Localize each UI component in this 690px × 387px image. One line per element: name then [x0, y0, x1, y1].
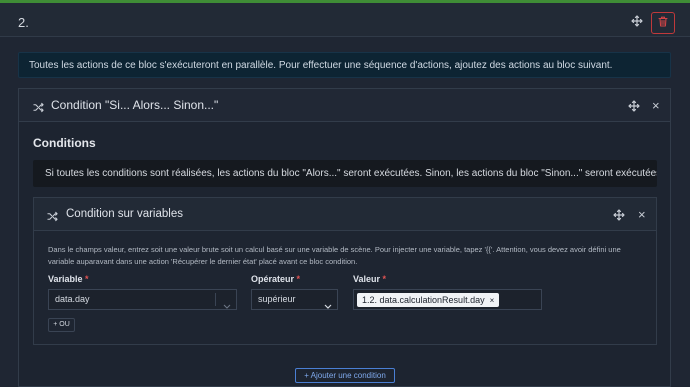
condition-panel-title: Condition "Si... Alors... Sinon..." — [51, 98, 219, 112]
trash-icon — [658, 14, 668, 32]
close-icon[interactable]: × — [638, 208, 646, 221]
add-condition-button[interactable]: + Ajouter une condition — [295, 368, 395, 383]
variable-condition-header: Condition sur variables × — [34, 198, 656, 231]
condition-panel: Condition "Si... Alors... Sinon..." × Co… — [18, 88, 671, 387]
operator-label: Opérateur * — [251, 274, 301, 284]
variable-condition-title: Condition sur variables — [66, 208, 183, 220]
tag-remove-icon[interactable]: × — [490, 296, 495, 305]
close-icon[interactable]: × — [652, 99, 660, 112]
operator-select[interactable]: supérieur — [251, 289, 338, 310]
conditions-note: Si toutes les conditions sont réalisées,… — [33, 160, 657, 187]
variable-select-value: data.day — [55, 294, 90, 304]
move-icon[interactable] — [631, 15, 643, 27]
move-icon[interactable] — [628, 100, 640, 112]
conditions-heading: Conditions — [33, 136, 96, 150]
block-header: 2. — [0, 3, 690, 37]
operator-select-value: supérieur — [258, 294, 296, 304]
variable-condition-panel: Condition sur variables × Dans le champs… — [33, 197, 657, 345]
variable-select[interactable]: data.day — [48, 289, 237, 310]
select-separator — [215, 293, 216, 306]
value-tag[interactable]: 1.2. data.calculationResult.day × — [357, 293, 500, 307]
add-or-button[interactable]: + OU — [48, 318, 75, 332]
shuffle-icon — [47, 209, 59, 222]
value-label: Valeur * — [353, 274, 387, 284]
chevron-down-icon[interactable] — [324, 297, 332, 316]
value-tag-label: 1.2. data.calculationResult.day — [362, 295, 485, 305]
move-icon[interactable] — [613, 209, 625, 221]
value-help-text: Dans le champs valeur, entrez soit une v… — [48, 245, 621, 266]
chevron-down-icon[interactable] — [223, 297, 231, 316]
shuffle-icon — [33, 100, 45, 113]
value-input[interactable]: 1.2. data.calculationResult.day × — [353, 289, 542, 310]
condition-panel-header: Condition "Si... Alors... Sinon..." × — [19, 89, 670, 122]
block-number: 2. — [18, 15, 29, 30]
delete-block-button[interactable] — [651, 12, 675, 34]
parallel-info-message: Toutes les actions de ce bloc s'exécuter… — [18, 52, 671, 78]
variable-label: Variable * — [48, 274, 89, 284]
